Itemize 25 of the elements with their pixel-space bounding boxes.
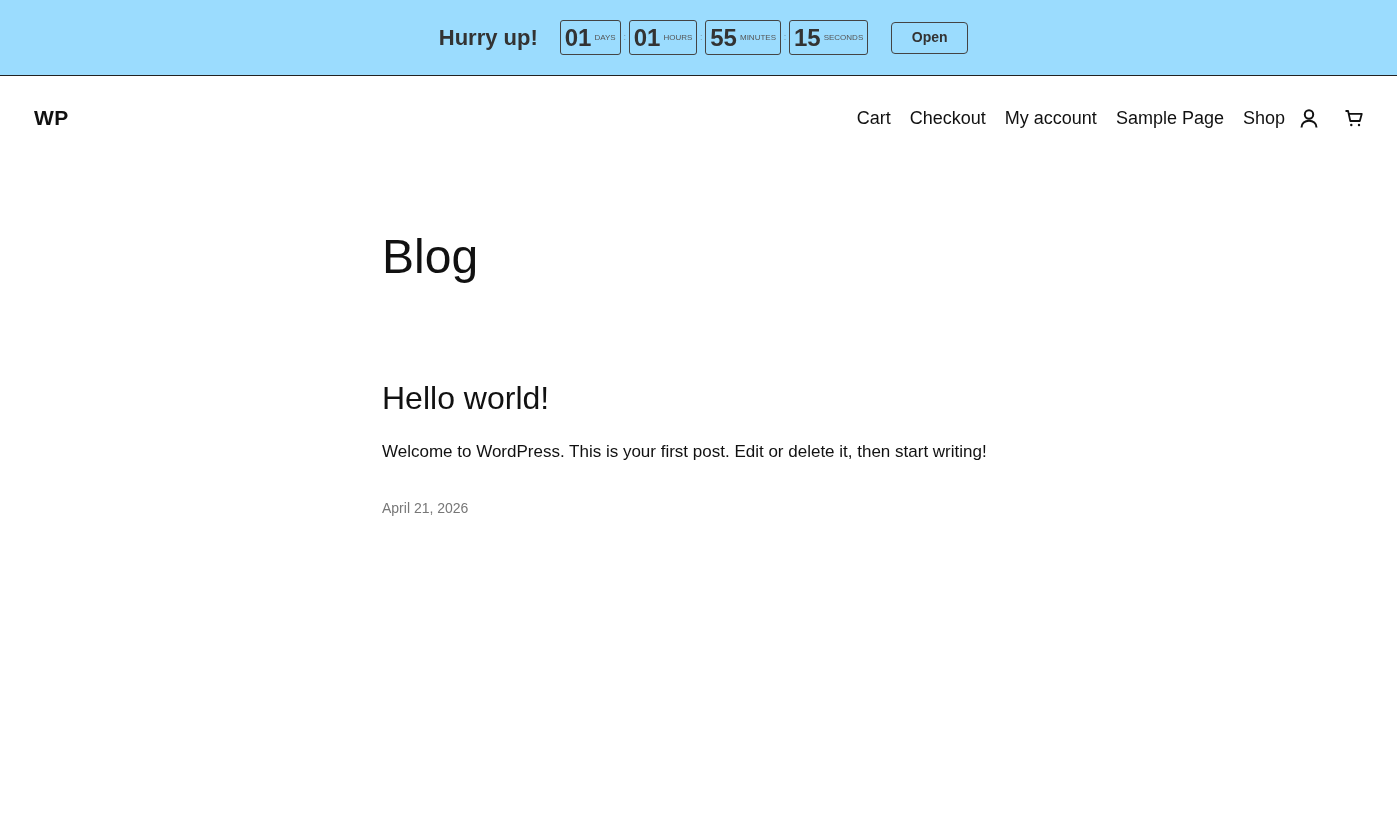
nav-link[interactable]: Checkout [909,104,986,132]
user-icon[interactable] [1300,108,1318,128]
countdown-value: 01 [633,25,661,50]
open-button[interactable]: Open [891,21,969,54]
countdown-separator: : [699,30,704,44]
site-logo[interactable]: WP [34,102,69,134]
countdown-separator: : [782,30,788,44]
countdown-value: 55 [710,25,737,50]
countdown-value: 15 [793,25,821,50]
promo-headline: Hurry up! [438,24,538,52]
nav-link[interactable]: Sample Page [1115,104,1224,132]
post-excerpt: Welcome to WordPress. This is your first post. Edit or delete it, then start writing! [382,441,987,463]
countdown-separator: : [622,30,627,44]
countdown-unit: MINUTES [739,33,776,42]
page-title: Blog [382,229,479,285]
countdown-unit: HOURS [663,33,693,42]
countdown-unit: DAYS [594,33,616,42]
countdown-unit: SECONDS [823,33,864,42]
countdown-value: 01 [564,25,592,50]
post-date: April 21, 2026 [382,499,469,519]
nav-link[interactable]: Cart [856,104,891,132]
post-title[interactable]: Hello world! [382,378,550,417]
nav-link[interactable]: Shop [1242,104,1285,132]
cart-icon[interactable] [1345,109,1363,127]
nav-link[interactable]: My account [1004,104,1097,132]
